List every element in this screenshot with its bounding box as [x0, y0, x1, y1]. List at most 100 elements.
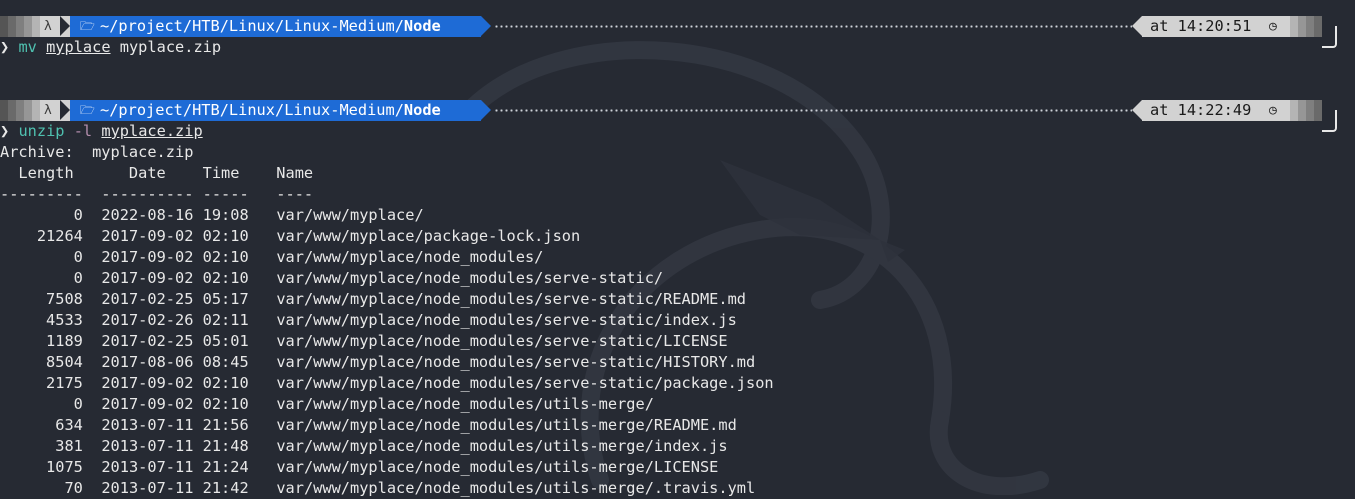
clock-icon: ◷ [1269, 19, 1277, 34]
listing-length: 70 [0, 479, 102, 497]
listing-row: 8504 2017-08-06 08:45 var/www/myplace/no… [0, 352, 755, 373]
listing-row: 7508 2017-02-25 05:17 var/www/myplace/no… [0, 289, 746, 310]
listing-length: 7508 [0, 290, 102, 308]
prompt-corner [1322, 110, 1337, 132]
listing-date: 2022-08-16 [101, 206, 203, 224]
listing-row: 0 2022-08-16 19:08 var/www/myplace/ [0, 205, 424, 226]
listing-date: 2017-02-25 [101, 332, 203, 350]
listing-row: 634 2013-07-11 21:56 var/www/myplace/nod… [0, 415, 737, 436]
prompt-corner [1322, 26, 1337, 48]
directory-segment: 🗁 ~/project/HTB/Linux/Linux-Medium/Node [70, 16, 481, 37]
listing-name: var/www/myplace/ [276, 206, 424, 224]
listing-name: var/www/myplace/node_modules/serve-stati… [276, 353, 756, 371]
listing-date: 2017-09-02 [101, 395, 203, 413]
listing-time: 21:24 [202, 458, 277, 476]
command-line: ❯ unzip -l myplace.zip [0, 121, 203, 142]
linux-penguin-icon: λ [44, 19, 52, 34]
listing-name: var/www/myplace/node_modules/serve-stati… [276, 374, 774, 392]
time-segment: at 14:20:51 ◷ [1132, 16, 1290, 37]
listing-row: 0 2017-09-02 02:10 var/www/myplace/node_… [0, 247, 544, 268]
prompt-bar: λ 🗁 ~/project/HTB/Linux/Linux-Medium/Nod… [0, 16, 1355, 48]
listing-row: 21264 2017-09-02 02:10 var/www/myplace/p… [0, 226, 580, 247]
listing-row: 70 2013-07-11 21:42 var/www/myplace/node… [0, 478, 755, 499]
listing-name: var/www/myplace/package-lock.json [276, 227, 581, 245]
os-segment: λ [0, 100, 70, 121]
listing-length: 0 [0, 206, 102, 224]
listing-length: 1189 [0, 332, 102, 350]
listing-row: 4533 2017-02-26 02:11 var/www/myplace/no… [0, 310, 737, 331]
listing-row: 1189 2017-02-25 05:01 var/www/myplace/no… [0, 331, 728, 352]
listing-date: 2013-07-11 [101, 437, 203, 455]
listing-name: var/www/myplace/node_modules/serve-stati… [276, 290, 746, 308]
listing-date: 2017-09-02 [101, 374, 203, 392]
listing-name: var/www/myplace/node_modules/serve-stati… [276, 269, 664, 287]
listing-name: var/www/myplace/node_modules/utils-merge… [276, 416, 737, 434]
os-segment: λ [0, 16, 70, 37]
listing-time: 02:10 [202, 227, 277, 245]
listing-time: 21:48 [202, 437, 277, 455]
listing-time: 02:10 [202, 395, 277, 413]
directory-segment: 🗁 ~/project/HTB/Linux/Linux-Medium/Node [70, 100, 481, 121]
command-arg: myplace [46, 38, 111, 56]
listing-date: 2013-07-11 [101, 416, 203, 434]
timestamp: at 14:22:49 [1150, 101, 1252, 119]
command-arg: myplace.zip [119, 38, 222, 56]
listing-length: 4533 [0, 311, 102, 329]
listing-row: 381 2013-07-11 21:48 var/www/myplace/nod… [0, 436, 728, 457]
listing-name: var/www/myplace/node_modules/serve-stati… [276, 332, 728, 350]
listing-length: 1075 [0, 458, 102, 476]
listing-date: 2013-07-11 [101, 458, 203, 476]
listing-date: 2017-09-02 [101, 248, 203, 266]
current-path: ~/project/HTB/Linux/Linux-Medium/Node [100, 17, 441, 35]
listing-length: 2175 [0, 374, 102, 392]
listing-date: 2017-09-02 [101, 269, 203, 287]
listing-date: 2017-02-26 [101, 311, 203, 329]
listing-date: 2017-08-06 [101, 353, 203, 371]
prompt-chevron-icon: ❯ [0, 122, 10, 140]
prompt-filler-dots [494, 100, 1132, 121]
prompt-filler-dots [494, 16, 1132, 37]
folder-open-icon: 🗁 [80, 19, 95, 33]
listing-time: 21:42 [202, 479, 277, 497]
prompt-bar: λ 🗁 ~/project/HTB/Linux/Linux-Medium/Nod… [0, 100, 1355, 132]
listing-header: Length Date Time Name [0, 164, 314, 182]
listing-time: 02:10 [202, 248, 277, 266]
listing-row: 0 2017-09-02 02:10 var/www/myplace/node_… [0, 268, 663, 289]
clock-icon: ◷ [1269, 103, 1277, 118]
command-name: mv [18, 38, 37, 56]
timestamp: at 14:20:51 [1150, 17, 1252, 35]
listing-separator: --------- ---------- ----- ---- [0, 185, 314, 203]
archive-line: Archive: myplace.zip [0, 143, 194, 161]
current-path: ~/project/HTB/Linux/Linux-Medium/Node [100, 101, 441, 119]
listing-time: 19:08 [202, 206, 277, 224]
listing-date: 2013-07-11 [101, 479, 203, 497]
listing-time: 05:17 [202, 290, 277, 308]
listing-row: 0 2017-09-02 02:10 var/www/myplace/node_… [0, 394, 654, 415]
command-line: ❯ mv myplace myplace.zip [0, 37, 221, 58]
listing-name: var/www/myplace/node_modules/utils-merge… [276, 437, 728, 455]
listing-length: 0 [0, 269, 102, 287]
listing-length: 8504 [0, 353, 102, 371]
listing-name: var/www/myplace/node_modules/serve-stati… [276, 311, 737, 329]
listing-time: 02:11 [202, 311, 277, 329]
listing-row: 1075 2013-07-11 21:24 var/www/myplace/no… [0, 457, 718, 478]
listing-length: 0 [0, 248, 102, 266]
listing-time: 02:10 [202, 374, 277, 392]
listing-length: 381 [0, 437, 102, 455]
listing-name: var/www/myplace/node_modules/ [276, 248, 544, 266]
command-name: unzip [18, 122, 65, 140]
listing-time: 08:45 [202, 353, 277, 371]
folder-open-icon: 🗁 [80, 103, 95, 117]
listing-name: var/www/myplace/node_modules/utils-merge… [276, 479, 756, 497]
prompt-chevron-icon: ❯ [0, 38, 10, 56]
listing-name: var/www/myplace/node_modules/utils-merge… [276, 458, 719, 476]
listing-row: 2175 2017-09-02 02:10 var/www/myplace/no… [0, 373, 774, 394]
listing-length: 21264 [0, 227, 102, 245]
command-arg: myplace.zip [101, 122, 203, 140]
listing-time: 21:56 [202, 416, 277, 434]
listing-length: 0 [0, 395, 102, 413]
listing-time: 02:10 [202, 269, 277, 287]
listing-name: var/www/myplace/node_modules/utils-merge… [276, 395, 654, 413]
listing-date: 2017-02-25 [101, 290, 203, 308]
linux-penguin-icon: λ [44, 103, 52, 118]
